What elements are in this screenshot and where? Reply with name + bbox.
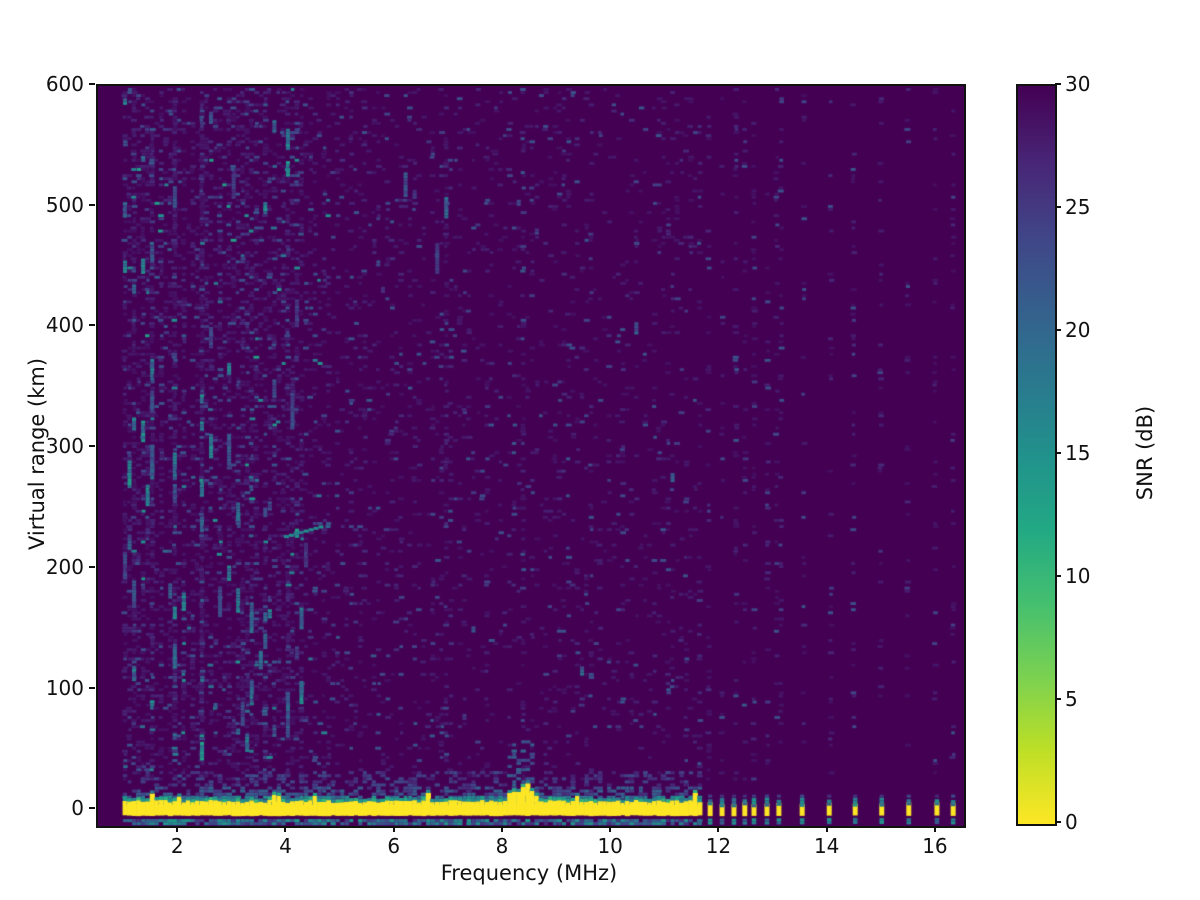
colorbar-tick-mark (1055, 329, 1061, 331)
x-tick-label: 14 (813, 834, 840, 858)
colorbar-tick-label: 0 (1065, 810, 1078, 834)
x-tick-mark (284, 826, 287, 832)
y-tick-label: 0 (71, 796, 84, 821)
colorbar-tick-mark (1055, 821, 1061, 823)
colorbar-tick-label: 5 (1065, 687, 1078, 711)
heatmap-canvas (98, 86, 964, 826)
colorbar-tick-label: 10 (1065, 564, 1091, 588)
x-tick-mark (392, 826, 395, 832)
colorbar-tick-label: 30 (1065, 72, 1091, 96)
x-tick-mark (825, 826, 828, 832)
colorbar-tick-label: 25 (1065, 195, 1091, 219)
colorbar-gradient (1018, 86, 1055, 824)
x-tick-mark (933, 826, 936, 832)
x-tick-label: 4 (279, 834, 292, 858)
x-tick-mark (717, 826, 720, 832)
y-tick-label: 500 (45, 192, 84, 217)
x-tick-label: 6 (387, 834, 401, 858)
x-tick-label: 16 (922, 834, 948, 858)
colorbar-tick-mark (1055, 575, 1061, 577)
ionogram-figure: IRF Uppsala SDR Ionosonde UP158 2025-10-… (0, 0, 1200, 900)
colorbar-label: SNR (dB) (1133, 405, 1157, 501)
colorbar-tick-mark (1055, 452, 1061, 454)
y-tick-mark (89, 83, 95, 85)
x-tick-label: 8 (495, 834, 509, 858)
colorbar (1016, 84, 1057, 826)
y-tick-mark (89, 324, 95, 327)
y-tick-label: 400 (45, 313, 84, 338)
y-tick-mark (89, 203, 95, 206)
x-tick-mark (176, 826, 179, 832)
y-tick-label: 200 (45, 554, 84, 579)
y-tick-mark (89, 565, 95, 568)
colorbar-tick-mark (1055, 83, 1061, 85)
y-tick-label: 300 (45, 434, 84, 459)
x-tick-label: 10 (597, 834, 623, 858)
y-tick-label: 600 (45, 72, 84, 96)
x-axis-label: Frequency (MHz) (440, 861, 618, 885)
x-tick-mark (609, 826, 612, 832)
colorbar-tick-label: 15 (1065, 441, 1091, 465)
y-tick-mark (89, 807, 95, 810)
colorbar-tick-label: 20 (1065, 318, 1091, 342)
x-tick-label: 2 (170, 834, 184, 858)
x-tick-label: 12 (705, 834, 732, 858)
colorbar-tick-mark (1055, 206, 1061, 208)
y-tick-label: 100 (45, 675, 84, 700)
y-tick-mark (89, 445, 95, 448)
x-tick-mark (500, 826, 503, 832)
y-tick-mark (89, 686, 95, 689)
colorbar-tick-mark (1055, 698, 1061, 700)
plot-area (96, 84, 966, 828)
